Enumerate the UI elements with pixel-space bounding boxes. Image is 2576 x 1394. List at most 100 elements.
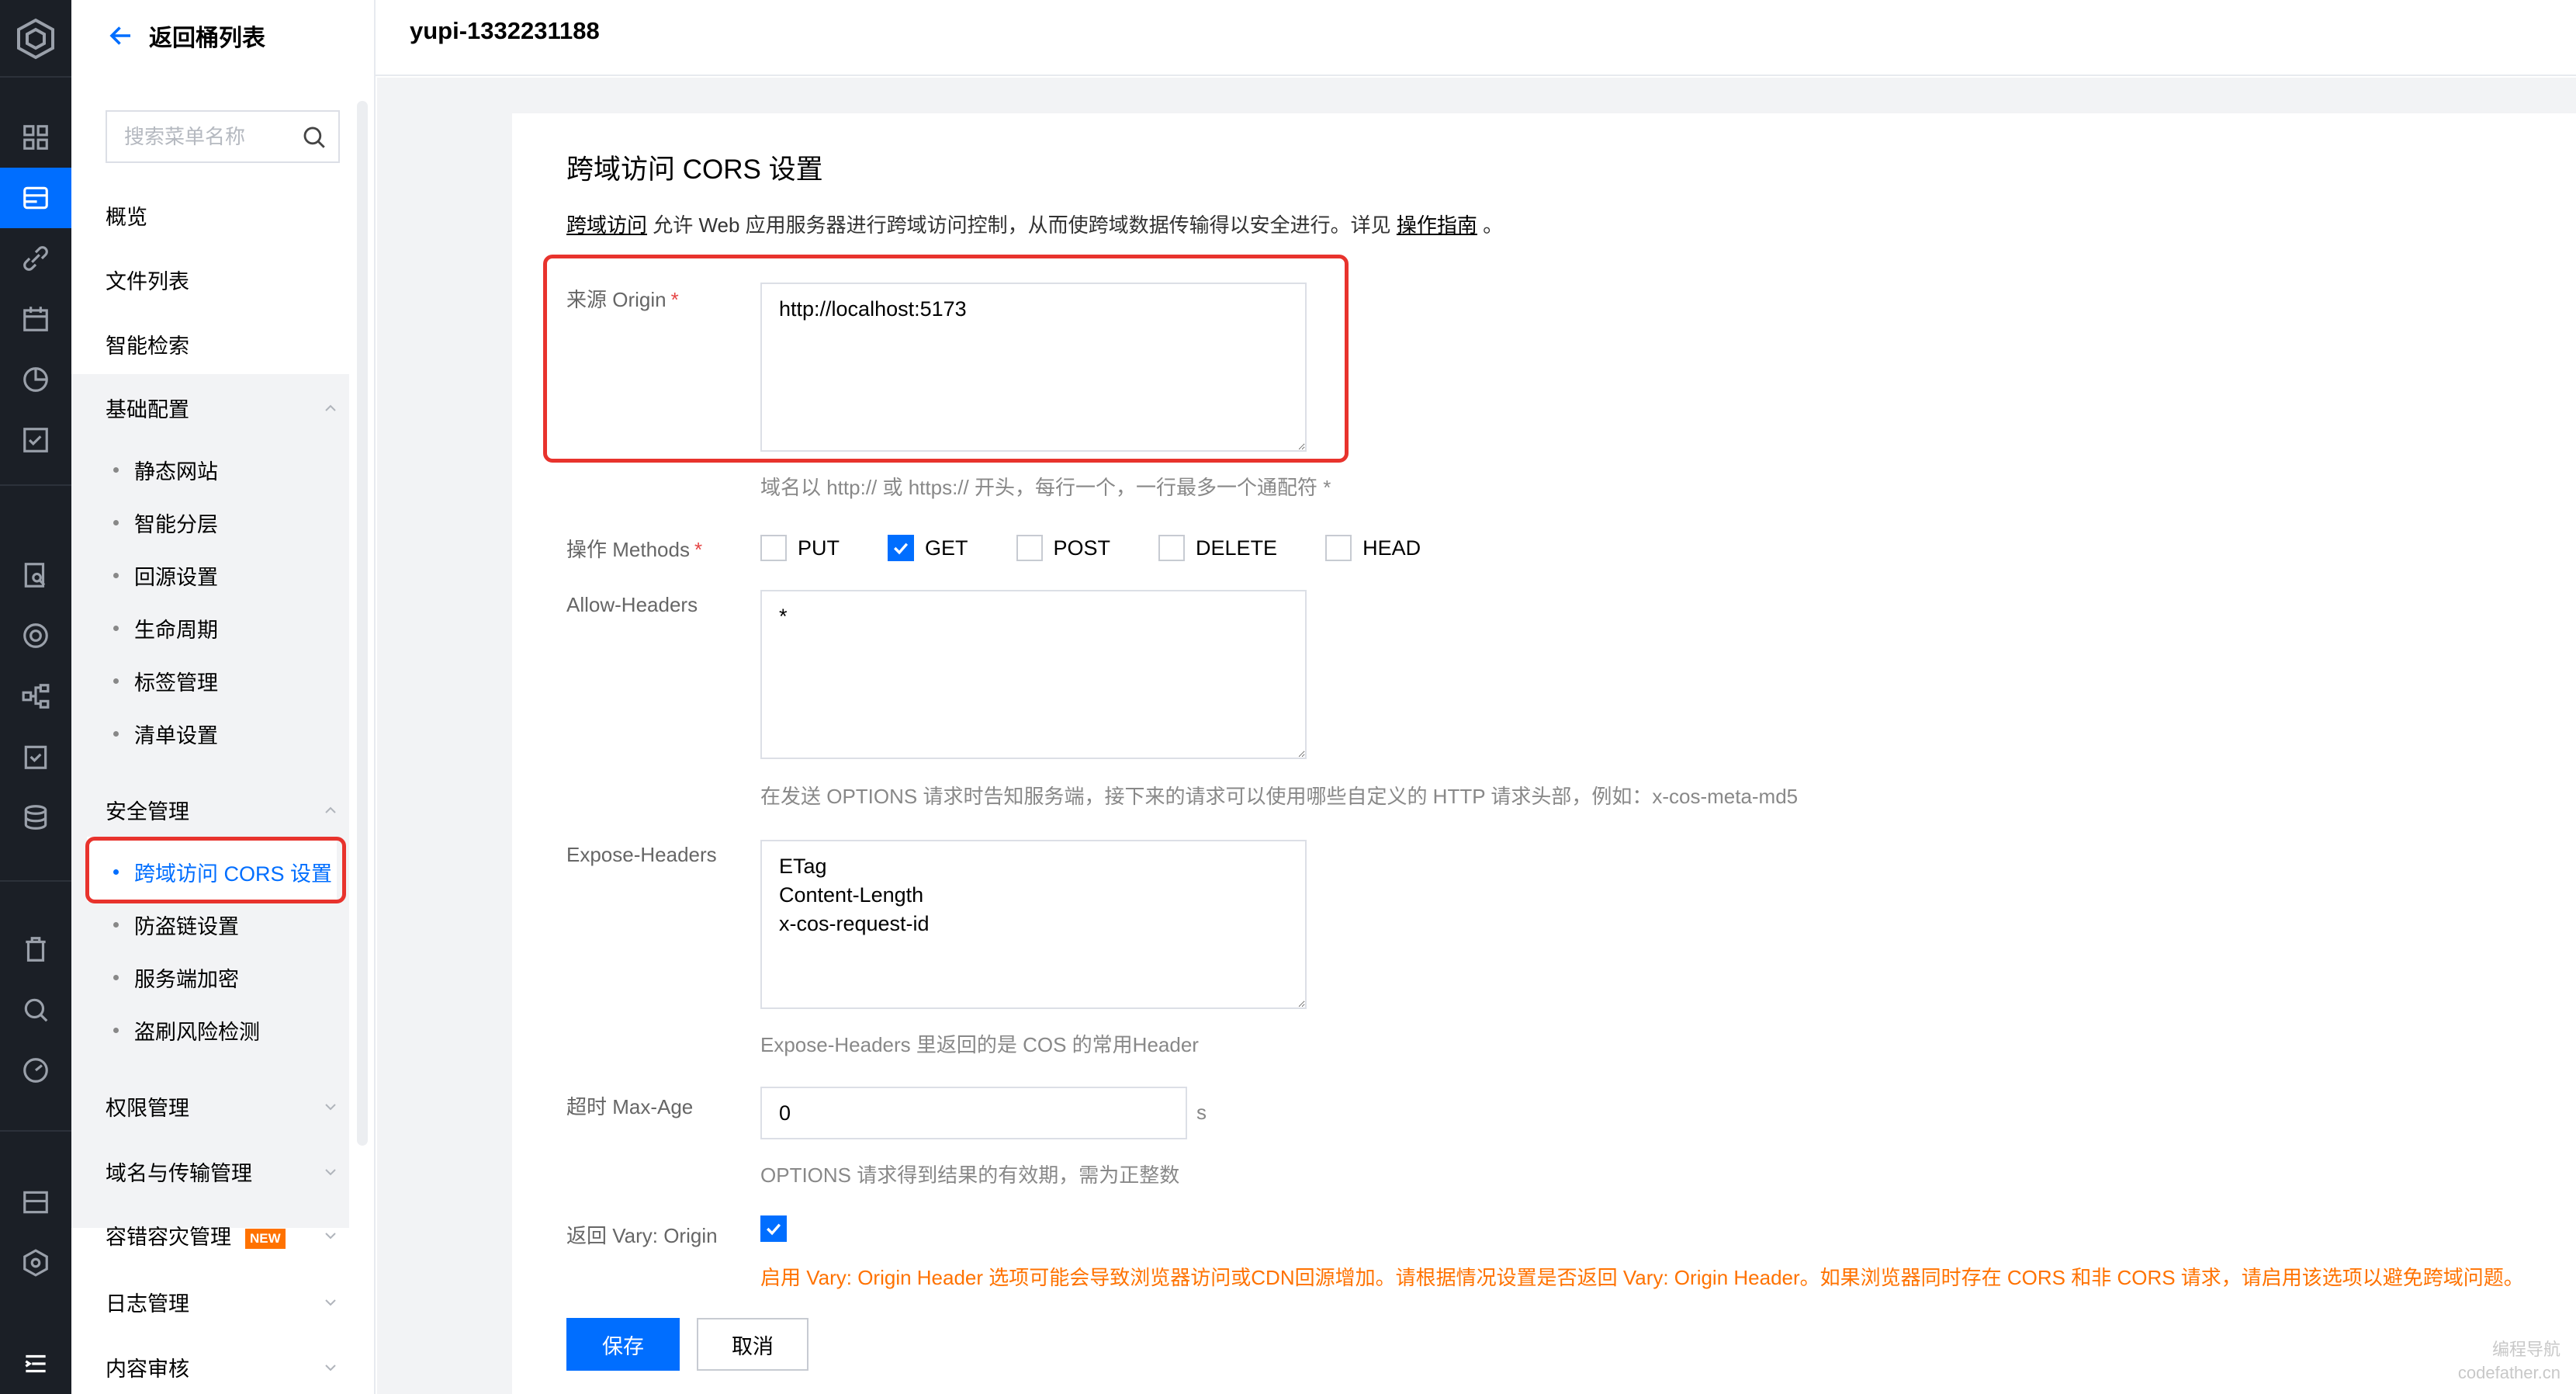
gauge-icon[interactable] — [0, 1040, 71, 1101]
method-put-checkbox[interactable]: PUT — [760, 535, 840, 561]
hexagon-icon[interactable] — [0, 1233, 71, 1293]
sidebar-group-domain-transfer[interactable]: 域名与传输管理 — [106, 1156, 338, 1187]
database-icon[interactable] — [0, 787, 71, 848]
chevron-down-icon — [325, 1103, 336, 1110]
check-icon — [767, 1223, 781, 1236]
origin-label: 来源 Origin * — [566, 284, 679, 313]
checkbox-box[interactable] — [888, 535, 914, 561]
checkbox-box[interactable] — [1016, 535, 1043, 561]
vary-origin-checkbox[interactable] — [760, 1215, 787, 1243]
chevron-up-icon — [325, 806, 336, 813]
bullet-dot — [113, 573, 119, 578]
origin-hint: 域名以 http:// 或 https:// 开头，每行一个，一行最多一个通配符… — [760, 476, 1331, 499]
calendar-icon[interactable] — [0, 289, 71, 349]
allow-headers-textarea[interactable]: * — [760, 590, 1307, 759]
sidebar-menu: 返回桶列表 概览 文件列表 智能检索 基础配置 静态网站 智能分层 回源设置 生… — [71, 0, 376, 1394]
search-icon[interactable] — [301, 124, 327, 151]
search-icon[interactable] — [0, 980, 71, 1040]
arrow-left-icon — [109, 26, 130, 45]
origin-label-text: 来源 Origin — [566, 288, 667, 311]
sidebar-item-inventory-settings[interactable]: 清单设置 — [113, 719, 218, 749]
bullet-dot — [113, 922, 119, 928]
sub-item-label: 智能分层 — [134, 513, 218, 536]
sub-item-label: 防盗链设置 — [134, 915, 239, 938]
task-icon[interactable] — [0, 726, 71, 787]
checkbox-box[interactable] — [760, 535, 787, 561]
sidebar-item-static-website[interactable]: 静态网站 — [113, 455, 218, 485]
sidebar-item-tag-management[interactable]: 标签管理 — [113, 666, 218, 696]
chevron-down-icon — [325, 1168, 336, 1175]
sub-item-label: 服务端加密 — [134, 968, 239, 991]
sidebar-group-security[interactable]: 安全管理 — [106, 795, 338, 825]
database-settings-icon[interactable] — [0, 1172, 71, 1233]
description-text: 允许 Web 应用服务器进行跨域访问控制，从而使跨域数据传输得以安全进行。详见 — [647, 213, 1397, 237]
save-button[interactable]: 保存 — [566, 1318, 680, 1371]
checkbox-box[interactable] — [1158, 535, 1186, 561]
checkbox-box[interactable] — [760, 1215, 787, 1242]
monitor-icon[interactable] — [0, 605, 71, 666]
allow-headers-label: Allow-Headers — [566, 593, 698, 616]
required-mark: * — [694, 538, 703, 561]
sidebar-item-file-list[interactable]: 文件列表 — [106, 265, 189, 295]
link-icon[interactable] — [0, 228, 71, 289]
cancel-button[interactable]: 取消 — [697, 1318, 808, 1371]
top-header: yupi-1332231188 — [376, 0, 2576, 76]
sidebar-group-disaster-recovery[interactable]: 容错容灾管理 NEW — [106, 1220, 338, 1250]
bucket-icon[interactable] — [0, 168, 71, 228]
pie-chart-icon[interactable] — [0, 349, 71, 410]
topology-icon[interactable] — [0, 666, 71, 726]
sub-item-label: 静态网站 — [134, 460, 218, 484]
new-badge: NEW — [245, 1228, 286, 1249]
checkbox-label: PUT — [798, 536, 840, 560]
method-get-checkbox[interactable]: GET — [888, 535, 968, 561]
bucket-name-title: yupi-1332231188 — [410, 17, 600, 44]
group-label: 日志管理 — [106, 1292, 189, 1316]
group-label: 内容审核 — [106, 1358, 189, 1381]
sub-item-label: 回源设置 — [134, 566, 218, 589]
sub-item-label: 标签管理 — [134, 671, 218, 695]
chevron-down-icon — [325, 1299, 336, 1306]
operation-guide-link[interactable]: 操作指南 — [1397, 213, 1477, 237]
method-head-checkbox[interactable]: HEAD — [1325, 535, 1421, 561]
method-delete-checkbox[interactable]: DELETE — [1158, 535, 1277, 561]
expose-headers-textarea[interactable]: ETag Content-Length x-cos-request-id — [760, 840, 1307, 1009]
sidebar-group-permissions[interactable]: 权限管理 — [106, 1091, 338, 1122]
checkbox-label: DELETE — [1196, 536, 1278, 560]
sidebar-item-smart-search[interactable]: 智能检索 — [106, 329, 189, 359]
sub-item-label: 生命周期 — [134, 619, 218, 642]
sidebar-scrollbar[interactable] — [357, 101, 368, 1146]
page-title: 跨域访问 CORS 设置 — [566, 154, 823, 185]
chevron-down-icon — [325, 1232, 336, 1239]
allow-headers-hint: 在发送 OPTIONS 请求时告知服务端，接下来的请求可以使用哪些自定义的 HT… — [760, 785, 1799, 808]
sidebar-item-hotlink-protection[interactable]: 防盗链设置 — [113, 910, 239, 940]
sidebar-item-lifecycle[interactable]: 生命周期 — [113, 613, 218, 643]
group-label: 容错容灾管理 — [106, 1226, 231, 1249]
cors-doc-link[interactable]: 跨域访问 — [566, 213, 647, 237]
sidebar-item-cors-settings[interactable]: 跨域访问 CORS 设置 — [113, 857, 332, 887]
file-search-icon[interactable] — [0, 545, 71, 605]
sidebar-item-overview[interactable]: 概览 — [106, 200, 147, 231]
sidebar-group-logs[interactable]: 日志管理 — [106, 1287, 338, 1317]
cloud-logo-icon[interactable] — [11, 14, 61, 64]
group-label-with-badge: 容错容灾管理 NEW — [106, 1220, 286, 1250]
sidebar-item-origin-settings[interactable]: 回源设置 — [113, 560, 218, 591]
sidebar-item-intelligent-tiering[interactable]: 智能分层 — [113, 508, 218, 538]
sidebar-item-server-encryption[interactable]: 服务端加密 — [113, 962, 239, 993]
checkbox-box[interactable] — [1325, 535, 1352, 561]
sidebar-group-content-moderation[interactable]: 内容审核 — [106, 1352, 338, 1382]
max-age-input[interactable]: 0 — [760, 1087, 1187, 1139]
trash-icon[interactable] — [0, 919, 71, 980]
group-label: 基础配置 — [106, 398, 189, 421]
sidebar-item-abuse-detection[interactable]: 盗刷风险检测 — [113, 1015, 260, 1046]
sidebar-group-basic-config[interactable]: 基础配置 — [106, 393, 338, 423]
checklist-icon[interactable] — [0, 410, 71, 470]
back-to-bucket-list-button[interactable]: 返回桶列表 — [107, 16, 265, 56]
menu-search-input[interactable] — [124, 124, 303, 149]
expand-menu-icon[interactable] — [0, 1337, 71, 1391]
method-post-checkbox[interactable]: POST — [1016, 535, 1110, 561]
origin-textarea[interactable]: http://localhost:5173 — [760, 283, 1307, 452]
dashboard-icon[interactable] — [0, 107, 71, 168]
required-mark: * — [670, 288, 679, 311]
page-description: 跨域访问 允许 Web 应用服务器进行跨域访问控制，从而使跨域数据传输得以安全进… — [566, 210, 1503, 238]
description-end: 。 — [1477, 213, 1504, 237]
